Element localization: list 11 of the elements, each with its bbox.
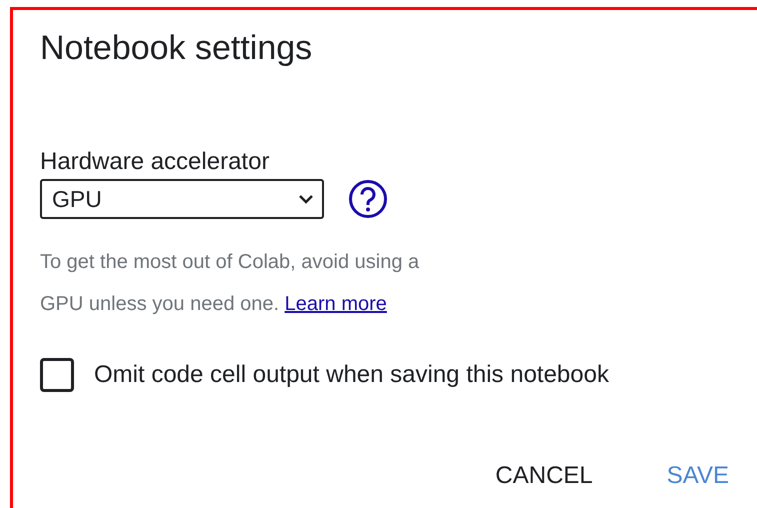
cancel-button[interactable]: CANCEL xyxy=(493,458,595,494)
checkbox[interactable] xyxy=(40,358,74,392)
chevron-down-icon xyxy=(298,194,314,204)
learn-more-link[interactable]: Learn more xyxy=(284,293,387,315)
help-text: To get the most out of Colab, avoid using a GPU unless you need one. Learn more xyxy=(40,250,420,317)
help-icon[interactable] xyxy=(348,179,388,219)
checkbox-label: Omit code cell output when saving this notebook xyxy=(94,361,609,389)
dialog-title: Notebook settings xyxy=(40,28,314,69)
save-button[interactable]: SAVE xyxy=(664,458,731,494)
field-label: Hardware accelerator xyxy=(40,147,270,177)
accelerator-select[interactable]: GPU xyxy=(40,179,324,219)
